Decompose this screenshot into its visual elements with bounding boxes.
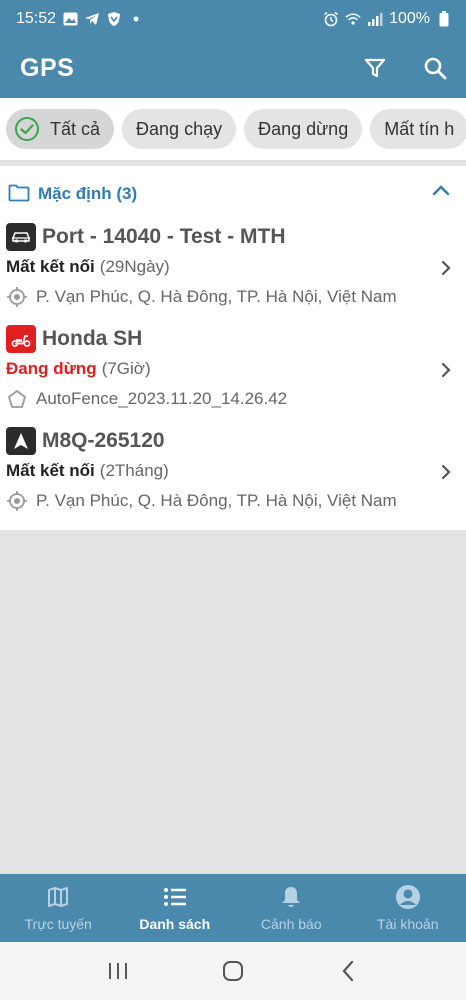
chip-label: Đang chạy [136,118,223,139]
gps-target-icon [6,286,28,308]
vehicle-name: M8Q-265120 [42,429,165,452]
list-icon [162,884,188,910]
vehicle-location: P. Vạn Phúc, Q. Hà Đông, TP. Hà Nội, Việ… [36,287,397,306]
vehicle-name: Honda SH [42,327,143,350]
status-duration: (7Giờ) [101,359,151,378]
back-icon[interactable] [333,956,363,986]
bottom-nav: Trực tuyến Danh sách Cảnh báo Tài khoản [0,874,466,942]
nav-list[interactable]: Danh sách [117,874,234,942]
app-bar: GPS [0,38,466,98]
filter-chips: Tất cả Đang chạy Đang dừng Mất tín h [0,98,466,160]
car-icon [6,223,36,251]
vehicle-location: AutoFence_2023.11.20_14.26.42 [36,389,288,408]
folder-icon [8,184,30,204]
nav-alerts[interactable]: Cảnh báo [233,874,350,942]
system-nav-bar [0,942,466,1000]
chevron-up-icon[interactable] [432,184,452,204]
group-header[interactable]: Mặc định (3) [0,166,466,222]
map-icon [45,884,71,910]
status-time: 15:52 [16,10,57,27]
nav-label: Danh sách [139,916,211,932]
chip-lost-signal[interactable]: Mất tín h [370,109,466,149]
vehicle-name: Port - 14040 - Test - MTH [42,225,286,248]
search-icon[interactable] [422,55,448,81]
bell-icon [278,884,304,910]
vehicle-status: Đang dừng [6,359,97,378]
list-item[interactable]: Port - 14040 - Test - MTH Mất kết nối (2… [0,222,466,324]
gallery-icon [62,11,78,27]
alarm-icon [323,11,339,27]
nav-label: Tài khoản [377,916,439,932]
chip-label: Tất cả [50,118,101,139]
list-item[interactable]: M8Q-265120 Mất kết nối (2Tháng) P. Vạn P… [0,426,466,528]
signal-icon [367,11,383,27]
shield-app-icon [106,11,122,27]
chip-label: Đang dừng [258,118,349,139]
nav-account[interactable]: Tài khoản [350,874,466,942]
recent-apps-icon[interactable] [103,956,133,986]
navigation-arrow-icon [6,427,36,455]
chevron-right-icon [440,260,454,278]
vehicle-list: Mặc định (3) Port - 14040 - Test - MTH M… [0,166,466,530]
battery-percent: 100% [389,10,430,27]
account-icon [395,884,421,910]
telegram-icon [84,11,100,27]
vehicle-status: Mất kết nối [6,257,95,276]
home-icon[interactable] [218,956,248,986]
notification-dot-icon [128,11,144,27]
battery-icon [436,11,452,27]
chevron-right-icon [440,464,454,482]
pentagon-fence-icon [6,388,28,410]
status-duration: (2Tháng) [99,461,169,480]
chip-label: Mất tín h [384,118,455,139]
group-title: Mặc định (3) [38,184,138,203]
chip-stopped[interactable]: Đang dừng [244,109,363,149]
chip-running[interactable]: Đang chạy [122,109,237,149]
vehicle-location: P. Vạn Phúc, Q. Hà Đông, TP. Hà Nội, Việ… [36,491,397,510]
chip-all[interactable]: Tất cả [6,109,115,149]
scooter-icon [6,325,36,353]
list-item[interactable]: Honda SH Đang dừng (7Giờ) AutoFence_2023… [0,324,466,426]
check-circle-icon [14,116,40,142]
chevron-right-icon [440,362,454,380]
nav-online[interactable]: Trực tuyến [0,874,117,942]
status-duration: (29Ngày) [99,257,170,276]
filter-icon[interactable] [362,55,388,81]
gps-target-icon [6,490,28,512]
wifi-icon [345,11,361,27]
nav-label: Trực tuyến [24,916,92,932]
status-bar: 15:52 100% [0,0,466,38]
app-title: GPS [20,53,75,82]
nav-label: Cảnh báo [260,916,322,932]
vehicle-status: Mất kết nối [6,461,95,480]
